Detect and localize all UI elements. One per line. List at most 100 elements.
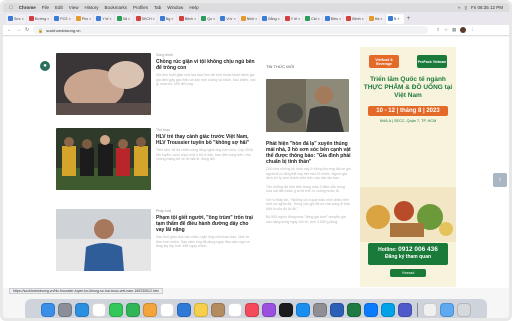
article-category[interactable]: Sống khỏe bbox=[156, 53, 256, 57]
tab-close-icon[interactable]: × bbox=[362, 17, 364, 21]
menu-window[interactable]: Window bbox=[167, 5, 183, 10]
contacts-icon[interactable] bbox=[211, 303, 225, 317]
article-headline[interactable]: Chồng rúc giận vì tội không chịu ngủ bên… bbox=[156, 59, 256, 71]
tab-close-icon[interactable]: × bbox=[47, 17, 49, 21]
forward-icon[interactable]: → bbox=[16, 27, 21, 33]
launchpad-icon[interactable] bbox=[58, 303, 72, 317]
tab-close-icon[interactable]: × bbox=[213, 17, 215, 21]
apple-menu-icon[interactable]:  bbox=[9, 5, 13, 11]
teams-icon[interactable] bbox=[398, 303, 412, 317]
tab-close-icon[interactable]: × bbox=[171, 17, 173, 21]
browser-tab[interactable]: Y tế × bbox=[282, 13, 303, 24]
article-category[interactable]: Thế thao bbox=[156, 128, 256, 132]
preview-icon[interactable] bbox=[423, 303, 437, 317]
browser-tab[interactable]: Y tế × bbox=[94, 13, 114, 24]
browser-tab[interactable]: N × bbox=[385, 13, 404, 24]
app-menu[interactable]: Chrome bbox=[19, 5, 36, 10]
wifi-icon[interactable]: ≈ bbox=[458, 5, 460, 11]
article-item[interactable]: Sống khỏe Chồng rúc giận vì tội không ch… bbox=[56, 53, 256, 115]
tab-close-icon[interactable]: × bbox=[153, 17, 155, 21]
tab-close-icon[interactable]: × bbox=[89, 17, 91, 21]
browser-tab[interactable]: Nhiệ × bbox=[238, 13, 260, 24]
facetime-icon[interactable] bbox=[126, 303, 140, 317]
article-item[interactable]: Thế thao HLV trẻ thay cảnh giác trước Vi… bbox=[56, 128, 256, 190]
browser-tab[interactable]: Hà × bbox=[366, 13, 385, 24]
browser-tab[interactable]: Đường × bbox=[26, 13, 52, 24]
browser-tab[interactable]: Bệnh × bbox=[344, 13, 366, 24]
browser-tab[interactable]: Bằng × bbox=[260, 13, 282, 24]
article-category[interactable]: Pháp luật bbox=[156, 209, 256, 213]
article-thumbnail-football-team[interactable] bbox=[56, 128, 151, 190]
back-icon[interactable]: ← bbox=[7, 27, 12, 33]
menu-history[interactable]: History bbox=[84, 5, 98, 10]
menubar-clock[interactable]: Fri 08:35 12 PM bbox=[471, 5, 503, 11]
zalo-icon[interactable] bbox=[364, 303, 378, 317]
tab-close-icon[interactable]: × bbox=[22, 17, 24, 21]
chrome-icon[interactable] bbox=[92, 303, 106, 317]
reminders-icon[interactable] bbox=[228, 303, 242, 317]
advertisement-banner[interactable]: Vietfood & Beverage ProPack Vietnam Triể… bbox=[360, 47, 456, 287]
home-icon[interactable]: ● bbox=[40, 61, 50, 71]
podcasts-icon[interactable] bbox=[262, 303, 276, 317]
tab-close-icon[interactable]: × bbox=[255, 17, 257, 21]
tab-close-icon[interactable]: × bbox=[339, 17, 341, 21]
messages-icon[interactable] bbox=[109, 303, 123, 317]
mail-icon[interactable] bbox=[177, 303, 191, 317]
music-icon[interactable] bbox=[245, 303, 259, 317]
safari-icon[interactable] bbox=[75, 303, 89, 317]
scroll-to-top-button[interactable]: ↑ bbox=[493, 173, 507, 187]
browser-tab[interactable]: Qu × bbox=[199, 13, 218, 24]
skype-icon[interactable] bbox=[381, 303, 395, 317]
tab-close-icon[interactable]: × bbox=[110, 17, 112, 21]
featured-article[interactable]: Phát hiện "hòn đá lạ" xuyên thủng mái nh… bbox=[266, 79, 351, 228]
browser-tab[interactable]: Cải × bbox=[303, 13, 322, 24]
menu-profiles[interactable]: Profiles bbox=[133, 5, 148, 10]
app-store-icon[interactable] bbox=[296, 303, 310, 317]
photos-icon[interactable] bbox=[143, 303, 157, 317]
tv-icon[interactable] bbox=[279, 303, 293, 317]
browser-tab[interactable]: Pho × bbox=[73, 13, 94, 24]
browser-tab[interactable]: PCS × bbox=[52, 13, 73, 24]
article-headline[interactable]: HLV trẻ thay cảnh giác trước Việt Nam, H… bbox=[156, 134, 256, 146]
tab-close-icon[interactable]: × bbox=[234, 17, 236, 21]
browser-tab[interactable]: Ng × bbox=[157, 13, 176, 24]
kebab-menu-icon[interactable]: ⋮ bbox=[470, 27, 475, 33]
article-headline[interactable]: Phạm tội giết người, "ông trùm" trốn trạ… bbox=[156, 215, 256, 233]
article-thumbnail-man-with-rock[interactable] bbox=[266, 79, 349, 132]
word-icon[interactable] bbox=[330, 303, 344, 317]
menu-edit[interactable]: Edit bbox=[55, 5, 63, 10]
article-item[interactable]: Pháp luật Phạm tội giết người, "ông trùm… bbox=[56, 209, 256, 271]
menu-tab[interactable]: Tab bbox=[154, 5, 161, 10]
tab-close-icon[interactable]: × bbox=[397, 17, 399, 21]
tab-close-icon[interactable]: × bbox=[318, 17, 320, 21]
tab-close-icon[interactable]: × bbox=[194, 17, 196, 21]
browser-tab[interactable]: Vi tr × bbox=[218, 13, 238, 24]
profile-avatar[interactable] bbox=[460, 27, 467, 33]
tab-close-icon[interactable]: × bbox=[298, 17, 300, 21]
excel-icon[interactable] bbox=[347, 303, 361, 317]
downloads-icon[interactable] bbox=[440, 303, 454, 317]
menu-bookmarks[interactable]: Bookmarks bbox=[105, 5, 128, 10]
section-header[interactable]: TIN THỨC MỚI bbox=[266, 64, 294, 69]
tab-close-icon[interactable]: × bbox=[69, 17, 71, 21]
menu-help[interactable]: Help bbox=[189, 5, 198, 10]
extensions-icon[interactable]: ▦ bbox=[452, 27, 456, 33]
article-thumbnail-suspect[interactable] bbox=[56, 209, 151, 271]
menu-file[interactable]: File bbox=[42, 5, 49, 10]
featured-headline[interactable]: Phát hiện "hòn đá lạ" xuyên thủng mái nh… bbox=[266, 141, 351, 165]
battery-icon[interactable]: ▯ bbox=[465, 5, 467, 11]
browser-tab[interactable]: Sức × bbox=[6, 13, 26, 24]
notes-icon[interactable] bbox=[194, 303, 208, 317]
browser-tab[interactable]: Điều × bbox=[322, 13, 344, 24]
finder-icon[interactable] bbox=[41, 303, 55, 317]
trash-icon[interactable] bbox=[457, 303, 471, 317]
browser-tab[interactable]: Bệnh × bbox=[176, 13, 199, 24]
tab-close-icon[interactable]: × bbox=[278, 17, 280, 21]
share-icon[interactable]: ⇧ bbox=[436, 27, 440, 33]
tab-close-icon[interactable]: × bbox=[380, 17, 382, 21]
menu-view[interactable]: View bbox=[69, 5, 79, 10]
tab-close-icon[interactable]: × bbox=[128, 17, 130, 21]
bookmark-star-icon[interactable]: ☆ bbox=[444, 27, 448, 33]
reload-icon[interactable]: ↻ bbox=[25, 27, 29, 33]
browser-tab[interactable]: SKCH × bbox=[133, 13, 157, 24]
